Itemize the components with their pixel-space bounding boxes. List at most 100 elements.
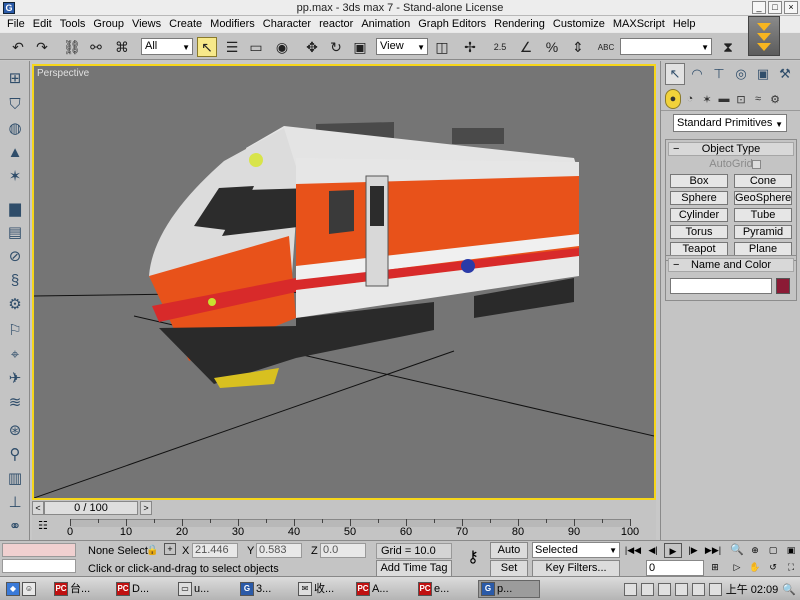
tray-icon[interactable] [674, 582, 688, 596]
maxscript-input-field[interactable] [2, 559, 76, 573]
mirror-icon[interactable]: ⧗ [718, 37, 738, 57]
sphere-icon[interactable]: ◍ [3, 117, 27, 139]
menu-animation[interactable]: Animation [357, 16, 414, 32]
tray-icon[interactable] [691, 582, 705, 596]
taskbar-item-active[interactable]: G p... [478, 580, 540, 598]
pan-icon[interactable]: ✋ [746, 560, 764, 575]
cone-icon[interactable]: ▲ [3, 141, 27, 163]
go-to-end-icon[interactable]: ▶▶| [704, 543, 722, 558]
minimize-button[interactable]: _ [752, 1, 766, 14]
menu-reactor[interactable]: reactor [315, 16, 357, 32]
angle-snap-icon[interactable]: ∠ [516, 37, 536, 57]
maxscript-listener-field[interactable] [2, 543, 76, 557]
menu-tools[interactable]: Tools [56, 16, 90, 32]
redo-icon[interactable]: ↷ [32, 37, 52, 57]
modify-tab-icon[interactable]: ◠ [687, 63, 707, 85]
time-configuration-icon[interactable]: ⊞ [706, 560, 724, 575]
edit-named-selection-icon[interactable]: ABC [596, 37, 616, 57]
star-icon[interactable]: ✶ [3, 165, 27, 187]
zoom-extents-all-icon[interactable]: ▣ [782, 543, 800, 558]
reference-coordinate-dropdown[interactable]: View ▼ [376, 38, 428, 55]
track-bar[interactable]: 0 10 20 30 40 50 60 70 80 90 100 [32, 516, 656, 540]
key-icon[interactable]: ⚷ [458, 547, 488, 571]
teapot-button[interactable]: Teapot [670, 242, 728, 256]
train-model[interactable] [149, 122, 579, 388]
helpers-icon[interactable]: ⊡ [733, 89, 749, 109]
shirt-icon[interactable]: ⛉ [3, 93, 27, 115]
percent-snap-icon[interactable]: % [542, 37, 562, 57]
cube-icon[interactable]: ▆ [3, 197, 27, 219]
light-icon[interactable]: ⚐ [3, 319, 27, 341]
add-time-tag-button[interactable]: Add Time Tag [376, 560, 452, 577]
menu-character[interactable]: Character [259, 16, 315, 32]
object-color-swatch[interactable] [776, 278, 790, 294]
move-icon[interactable]: ✥ [302, 37, 322, 57]
app-icon[interactable]: G [3, 2, 15, 14]
bind-space-warp-icon[interactable]: ⌘ [112, 37, 132, 57]
menu-help[interactable]: Help [669, 16, 700, 32]
utilities-tab-icon[interactable]: ⚒ [775, 63, 795, 85]
rotate-icon[interactable]: ↻ [326, 37, 346, 57]
taskbar-item[interactable]: PC A... [354, 580, 414, 598]
object-category-dropdown[interactable]: Standard Primitives ▼ [673, 114, 787, 132]
motion-tab-icon[interactable]: ◎ [731, 63, 751, 85]
object-type-header[interactable]: − Object Type [668, 142, 794, 156]
shapes-icon[interactable]: ◔ [682, 89, 698, 109]
absolute-mode-icon[interactable]: + [164, 543, 176, 555]
geometry-icon[interactable]: ● [665, 89, 681, 109]
time-slider-thumb[interactable]: 0 / 100 [44, 501, 138, 515]
selection-filter-dropdown[interactable]: All ▼ [141, 38, 193, 55]
menu-customize[interactable]: Customize [549, 16, 609, 32]
name-and-color-header[interactable]: − Name and Color [668, 258, 794, 272]
taskbar-item[interactable]: PC 台... [52, 580, 112, 598]
rectangular-selection-icon[interactable]: ▭ [246, 37, 266, 57]
helper-icon[interactable]: ✈ [3, 367, 27, 389]
x-coordinate-field[interactable]: 21.446 [192, 543, 238, 558]
camera-icon[interactable]: ⌖ [3, 343, 27, 365]
axis-icon[interactable]: ⊥ [3, 491, 27, 513]
previous-frame-icon[interactable]: ◀| [644, 543, 662, 558]
named-selection-dropdown[interactable]: ▼ [620, 38, 712, 55]
cone-button[interactable]: Cone [734, 174, 792, 188]
auto-key-button[interactable]: Auto Key [490, 542, 528, 571]
undo-icon[interactable]: ↶ [8, 37, 28, 57]
field-of-view-icon[interactable]: ▷ [728, 560, 746, 575]
select-link-icon[interactable]: ⛓ [62, 37, 82, 57]
spinner-snap-icon[interactable]: ⇕ [568, 37, 588, 57]
tray-icon[interactable] [640, 582, 654, 596]
maximize-viewport-icon[interactable]: ⛶ [782, 560, 800, 575]
unlink-icon[interactable]: ⚯ [86, 37, 106, 57]
snap-toggle-icon[interactable]: 2.5 [490, 37, 510, 57]
go-to-start-icon[interactable]: |◀◀ [624, 543, 642, 558]
tube-icon[interactable]: ▥ [3, 467, 27, 489]
autogrid-checkbox[interactable]: AutoGrid [666, 158, 796, 172]
space-warps-icon[interactable]: ≈ [750, 89, 766, 109]
start-button[interactable]: ◆ ☺ [4, 580, 48, 598]
window-crossing-icon[interactable]: ◉ [272, 37, 292, 57]
bone-icon[interactable]: ⊛ [3, 419, 27, 441]
menu-edit[interactable]: Edit [29, 16, 56, 32]
set-key-button[interactable]: Set Key [490, 560, 528, 589]
hierarchy-tab-icon[interactable]: ⊤ [709, 63, 729, 85]
lock-icon[interactable]: 🔒 [146, 544, 158, 560]
taskbar-item[interactable]: G 3... [238, 580, 294, 598]
prev-frame-arrow[interactable]: < [32, 501, 44, 515]
biped-icon[interactable]: ⚲ [3, 443, 27, 465]
key-mode-dropdown[interactable]: Selected ▼ [532, 542, 620, 558]
menu-file[interactable]: File [3, 16, 29, 32]
sphere-button[interactable]: Sphere [670, 191, 728, 205]
key-filters-button[interactable]: Key Filters... [532, 560, 620, 577]
viewport-label[interactable]: Perspective [37, 68, 89, 79]
geosphere-button[interactable]: GeoSphere [734, 191, 792, 205]
maximize-button[interactable]: □ [768, 1, 782, 14]
curve-editor-icon[interactable]: ☷ [38, 519, 54, 535]
spring-icon[interactable]: § [3, 269, 27, 291]
capsule-icon[interactable]: ⊘ [3, 245, 27, 267]
current-frame-field[interactable]: 0 [646, 560, 704, 576]
menu-modifiers[interactable]: Modifiers [206, 16, 259, 32]
close-button[interactable]: × [784, 1, 798, 14]
box-button[interactable]: Box [670, 174, 728, 188]
menu-graph-editors[interactable]: Graph Editors [414, 16, 490, 32]
arc-rotate-icon[interactable]: ↺ [764, 560, 782, 575]
spacewarp-icon[interactable]: ≋ [3, 391, 27, 413]
